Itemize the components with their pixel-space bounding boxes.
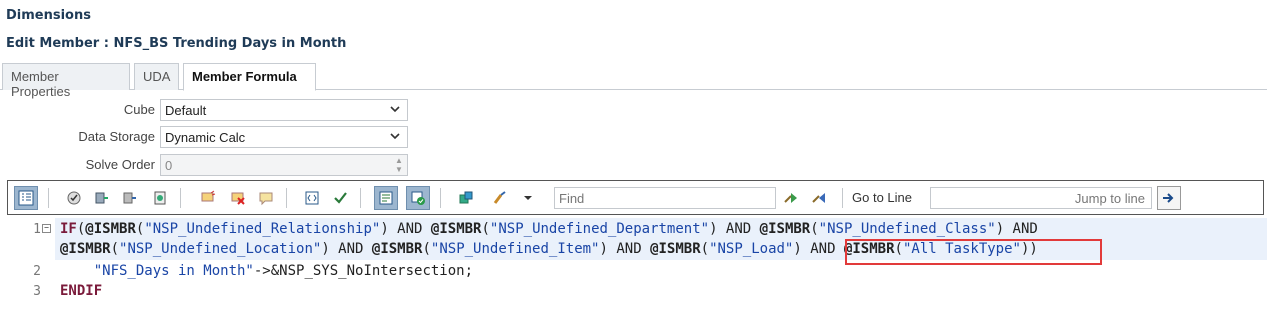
- code-token: ) AND: [599, 241, 651, 257]
- highlight-box: [845, 239, 1102, 265]
- line-gutter: 1 − 2 3: [7, 218, 51, 310]
- tab-bar: Member Properties UDA Member Formula: [0, 62, 1267, 99]
- code-line: ENDIF: [60, 283, 102, 299]
- code-token: ) AND: [321, 241, 372, 257]
- code-token: ) AND: [793, 241, 844, 257]
- line-number: 3: [33, 284, 41, 299]
- code-token: @ISMBR: [371, 241, 423, 257]
- uncomment-icon[interactable]: [226, 186, 250, 210]
- code-line: IF(@ISMBR("NSP_Undefined_Relationship") …: [60, 221, 1038, 237]
- note-icon[interactable]: [254, 186, 278, 210]
- code-token: ENDIF: [60, 283, 103, 299]
- chevron-down-icon: [390, 133, 400, 140]
- cube-row: Cube: [0, 99, 155, 121]
- code-token: (: [700, 241, 710, 257]
- data-storage-select[interactable]: Dynamic Calc: [160, 126, 408, 148]
- chevron-down-icon: [390, 106, 400, 113]
- toggle-view-icon[interactable]: [374, 186, 398, 210]
- data-storage-row: Data Storage: [0, 126, 155, 148]
- code-token: @ISMBR: [759, 221, 811, 237]
- code-token: ) AND: [709, 221, 760, 237]
- edit-script-icon[interactable]: [148, 186, 172, 210]
- code-token: (: [110, 241, 120, 257]
- code-token: ) AND: [380, 221, 431, 237]
- line-numbers-icon[interactable]: [14, 186, 38, 210]
- tab-uda[interactable]: UDA: [134, 63, 179, 90]
- code-token: (: [422, 241, 431, 257]
- code-token: "NSP_Undefined_Item": [430, 241, 600, 257]
- code-token: ->&NSP_SYS_NoIntersection;: [253, 263, 474, 279]
- header: Dimensions: [0, 0, 1267, 28]
- solve-order-stepper[interactable]: 0 ▲ ▼: [160, 154, 408, 176]
- code-token: "NFS_Days in Month": [93, 263, 254, 279]
- check-syntax-icon[interactable]: [328, 186, 352, 210]
- solve-order-row: Solve Order: [0, 154, 155, 176]
- code-token: "NSP_Undefined_Location": [119, 241, 322, 257]
- fold-toggle-icon[interactable]: −: [42, 224, 51, 233]
- code-token: (: [481, 221, 490, 237]
- data-storage-label: Data Storage: [78, 129, 155, 144]
- data-storage-value: Dynamic Calc: [165, 130, 246, 145]
- code-token: (: [810, 221, 819, 237]
- cube-select[interactable]: Default: [160, 99, 408, 121]
- chevron-down-icon[interactable]: [516, 186, 540, 210]
- spinner-arrows-icon[interactable]: ▲ ▼: [393, 156, 405, 174]
- code-token: @ISMBR: [430, 221, 482, 237]
- find-next-icon[interactable]: [780, 186, 804, 210]
- tab-member-properties[interactable]: Member Properties: [2, 63, 130, 99]
- formula-toolbar: Find Go to Line Jump to line: [7, 180, 1264, 215]
- line-number: 1: [33, 222, 41, 237]
- cube-value: Default: [165, 103, 207, 118]
- page-title: Edit Member : NFS_BS Trending Days in Mo…: [6, 36, 347, 51]
- formula-editor[interactable]: 1 − 2 3 IF(@ISMBR("NSP_Undefined_Relatio…: [7, 218, 1267, 310]
- code-token: @ISMBR: [85, 221, 136, 237]
- jump-to-line-input[interactable]: Jump to line: [930, 187, 1152, 209]
- go-icon[interactable]: [1157, 186, 1181, 210]
- goto-line-label: Go to Line: [852, 190, 912, 205]
- code-token: IF: [60, 221, 77, 237]
- jump-placeholder: Jump to line: [1074, 191, 1145, 206]
- code-line: "NFS_Days in Month"->&NSP_SYS_NoIntersec…: [60, 263, 473, 279]
- function-selector-icon[interactable]: [118, 186, 142, 210]
- cube-label: Cube: [123, 102, 155, 117]
- format-icon[interactable]: [300, 186, 324, 210]
- code-token: ) AND: [995, 221, 1038, 237]
- code-token: "NSP_Load": [709, 241, 794, 257]
- solve-order-value: 0: [165, 158, 173, 173]
- refresh-icon[interactable]: [454, 186, 478, 210]
- find-previous-icon[interactable]: [808, 186, 832, 210]
- member-selector-icon[interactable]: [90, 186, 114, 210]
- code-token: "NSP_Undefined_Department": [489, 221, 710, 237]
- tab-member-formula[interactable]: Member Formula: [183, 63, 316, 91]
- line-number: 2: [33, 264, 41, 279]
- solve-order-label: Solve Order: [85, 157, 155, 172]
- comment-icon[interactable]: [196, 186, 220, 210]
- validate-icon[interactable]: [62, 186, 86, 210]
- code-token: @ISMBR: [60, 241, 111, 257]
- code-token: @ISMBR: [650, 241, 701, 257]
- validate-formula-icon[interactable]: [406, 186, 430, 210]
- brush-icon[interactable]: [488, 186, 512, 210]
- code-token: "NSP_Undefined_Relationship": [144, 221, 381, 237]
- find-input[interactable]: Find: [554, 187, 776, 209]
- find-placeholder: Find: [559, 191, 585, 206]
- code-token: "NSP_Undefined_Class": [818, 221, 996, 237]
- section-title: Dimensions: [6, 8, 91, 23]
